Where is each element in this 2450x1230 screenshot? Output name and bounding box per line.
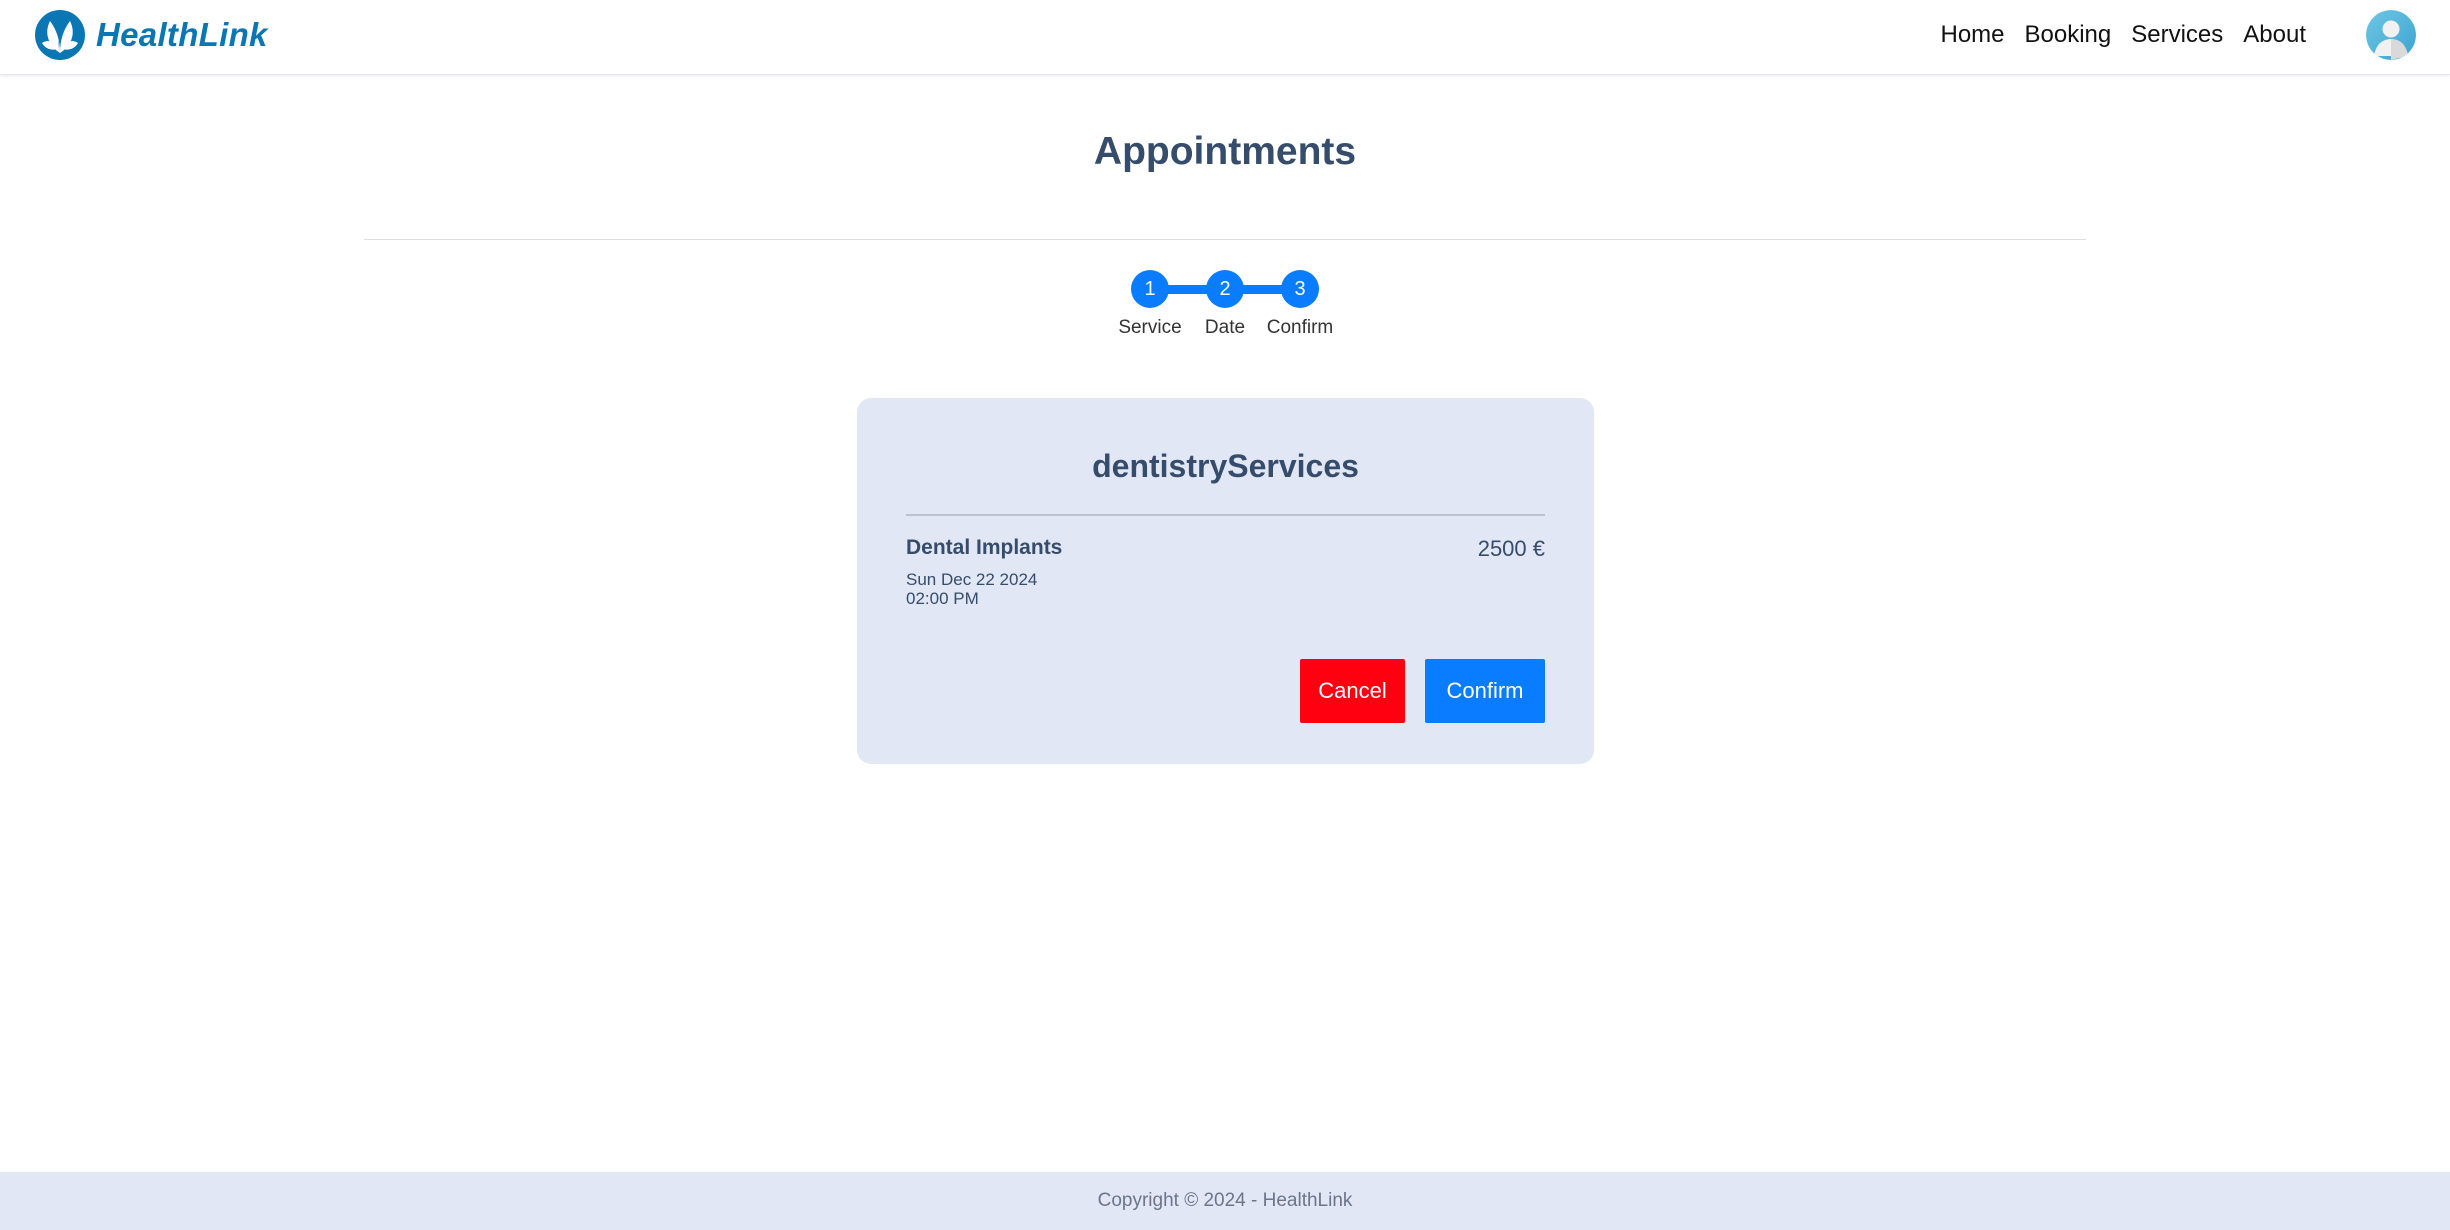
- appointment-time: 02:00 PM: [906, 589, 979, 608]
- page-title: Appointments: [1093, 130, 1357, 173]
- nav-booking[interactable]: Booking: [2025, 18, 2112, 52]
- title-divider: [364, 239, 2086, 240]
- service-price: 2500 €: [1477, 536, 1545, 561]
- booking-stepper: 1 Service 2 Date 3 Confirm: [1100, 270, 1350, 350]
- step-number: 1: [1131, 270, 1169, 308]
- top-navbar: HealthLink Home Booking Services About: [0, 0, 2450, 75]
- cancel-button[interactable]: Cancel: [1300, 659, 1405, 723]
- service-name: Dental Implants: [906, 536, 1063, 559]
- user-avatar[interactable]: [2366, 10, 2416, 60]
- user-avatar-icon: [2366, 10, 2416, 60]
- main-nav: Home Booking Services About: [1940, 18, 2306, 52]
- appointment-date: Sun Dec 22 2024: [906, 570, 1038, 589]
- brand-link[interactable]: HealthLink: [34, 8, 268, 62]
- step-confirm: 3 Confirm: [1250, 270, 1350, 339]
- appointment-summary-card: dentistryServices Dental Implants 2500 €…: [857, 398, 1594, 764]
- brand-name: HealthLink: [96, 16, 268, 53]
- leaf-logo-icon: [35, 10, 85, 60]
- step-label: Confirm: [1266, 317, 1334, 338]
- nav-services[interactable]: Services: [2131, 18, 2223, 52]
- step-number: 3: [1281, 270, 1319, 308]
- card-title: dentistryServices: [1092, 448, 1359, 484]
- footer: Copyright © 2024 - HealthLink: [0, 1172, 2450, 1230]
- nav-about[interactable]: About: [2243, 18, 2306, 52]
- nav-home[interactable]: Home: [1940, 18, 2004, 52]
- card-divider: [906, 514, 1545, 516]
- step-number: 2: [1206, 270, 1244, 308]
- footer-copyright: Copyright © 2024 - HealthLink: [1097, 1190, 1353, 1211]
- confirm-button[interactable]: Confirm: [1425, 659, 1545, 723]
